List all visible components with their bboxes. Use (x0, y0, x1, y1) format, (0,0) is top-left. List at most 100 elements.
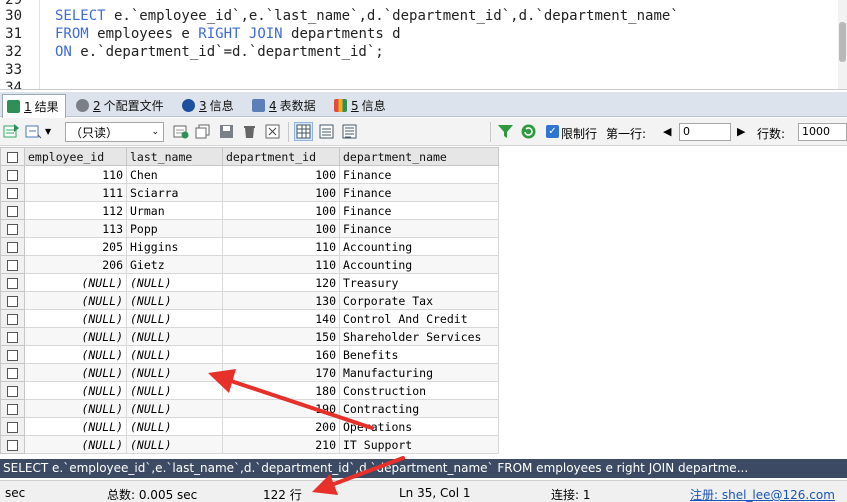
table-cell[interactable]: (NULL) (126, 399, 223, 418)
table-cell[interactable]: (NULL) (24, 381, 127, 400)
table-cell[interactable]: Contracting (339, 399, 499, 418)
table-row[interactable]: (NULL) (NULL) 120 Treasury (0, 273, 499, 292)
table-cell[interactable]: Accounting (339, 255, 499, 274)
table-cell[interactable]: (NULL) (126, 381, 223, 400)
result-mode-select[interactable]: （只读） ⌄ (65, 122, 164, 142)
table-cell[interactable]: 100 (222, 165, 340, 184)
table-cell[interactable]: (NULL) (126, 309, 223, 328)
filter-icon[interactable] (497, 123, 514, 140)
table-cell[interactable]: 110 (222, 255, 340, 274)
table-cell[interactable]: (NULL) (24, 435, 127, 454)
table-cell[interactable]: Sciarra (126, 183, 223, 202)
code-line[interactable]: ON e.`department_id`=d.`department_id`; (55, 44, 384, 60)
delete-icon[interactable] (241, 123, 258, 140)
column-header[interactable]: department_name (339, 147, 499, 166)
table-cell[interactable]: 100 (222, 201, 340, 220)
table-cell[interactable]: 205 (24, 237, 127, 256)
table-cell[interactable]: 160 (222, 345, 340, 364)
table-row[interactable]: 205 Higgins 110 Accounting (0, 237, 499, 256)
table-cell[interactable]: IT Support (339, 435, 499, 454)
table-cell[interactable]: (NULL) (24, 291, 127, 310)
column-header[interactable]: last_name (126, 147, 223, 166)
row-select-checkbox[interactable] (0, 327, 25, 346)
table-cell[interactable]: Control And Credit (339, 309, 499, 328)
table-cell[interactable]: Finance (339, 201, 499, 220)
table-cell[interactable]: (NULL) (24, 363, 127, 382)
table-cell[interactable]: Manufacturing (339, 363, 499, 382)
table-cell[interactable]: 113 (24, 219, 127, 238)
select-all-checkbox[interactable] (0, 147, 25, 166)
column-header[interactable]: department_id (222, 147, 340, 166)
table-row[interactable]: (NULL) (NULL) 160 Benefits (0, 345, 499, 364)
sql-editor[interactable]: 29 30 31 32 33 34 SELECT e.`employee_id`… (0, 0, 847, 90)
grid-view-icon[interactable] (294, 122, 313, 141)
table-cell[interactable]: Gietz (126, 255, 223, 274)
table-cell[interactable]: (NULL) (126, 327, 223, 346)
table-cell[interactable]: 120 (222, 273, 340, 292)
row-select-checkbox[interactable] (0, 363, 25, 382)
table-cell[interactable]: Shareholder Services (339, 327, 499, 346)
row-select-checkbox[interactable] (0, 219, 25, 238)
row-select-checkbox[interactable] (0, 435, 25, 454)
table-cell[interactable]: (NULL) (126, 363, 223, 382)
table-cell[interactable]: 206 (24, 255, 127, 274)
column-header[interactable]: employee_id (24, 147, 127, 166)
limit-rows-checkbox[interactable]: ✓ (546, 125, 559, 138)
table-row[interactable]: (NULL) (NULL) 190 Contracting (0, 399, 499, 418)
table-row[interactable]: (NULL) (NULL) 180 Construction (0, 381, 499, 400)
table-row[interactable]: 111 Sciarra 100 Finance (0, 183, 499, 202)
table-cell[interactable]: 130 (222, 291, 340, 310)
table-cell[interactable]: Popp (126, 219, 223, 238)
table-cell[interactable]: (NULL) (24, 327, 127, 346)
table-cell[interactable]: Finance (339, 165, 499, 184)
table-cell[interactable]: 210 (222, 435, 340, 454)
row-select-checkbox[interactable] (0, 165, 25, 184)
table-cell[interactable]: Higgins (126, 237, 223, 256)
table-cell[interactable]: 150 (222, 327, 340, 346)
next-page-icon[interactable]: ▶ (737, 125, 745, 138)
scrollbar-thumb[interactable] (839, 22, 846, 62)
table-cell[interactable]: Corporate Tax (339, 291, 499, 310)
table-cell[interactable]: 140 (222, 309, 340, 328)
table-row[interactable]: 206 Gietz 110 Accounting (0, 255, 499, 274)
editor-scrollbar[interactable] (838, 0, 847, 89)
table-row[interactable]: 113 Popp 100 Finance (0, 219, 499, 238)
registration-link[interactable]: 注册: shel_lee@126.com (690, 486, 835, 502)
row-select-checkbox[interactable] (0, 273, 25, 292)
tab-results[interactable]: 1 结果 (2, 94, 66, 118)
row-select-checkbox[interactable] (0, 201, 25, 220)
row-select-checkbox[interactable] (0, 309, 25, 328)
table-row[interactable]: (NULL) (NULL) 130 Corporate Tax (0, 291, 499, 310)
table-cell[interactable]: 190 (222, 399, 340, 418)
tab-info-multi[interactable]: 5 信息 (330, 94, 392, 117)
table-cell[interactable]: 100 (222, 183, 340, 202)
chevron-down-icon[interactable]: ▼ (45, 127, 51, 136)
table-cell[interactable]: (NULL) (24, 345, 127, 364)
table-cell[interactable]: Operations (339, 417, 499, 436)
tab-info[interactable]: 3 信息 (178, 94, 240, 117)
export-icon[interactable] (3, 123, 20, 140)
table-cell[interactable]: (NULL) (24, 309, 127, 328)
cancel-changes-icon[interactable] (264, 123, 281, 140)
table-cell[interactable]: (NULL) (126, 345, 223, 364)
table-cell[interactable]: (NULL) (126, 417, 223, 436)
row-select-checkbox[interactable] (0, 417, 25, 436)
table-row[interactable]: 110 Chen 100 Finance (0, 165, 499, 184)
row-select-checkbox[interactable] (0, 255, 25, 274)
row-count-input[interactable]: 1000 (798, 123, 847, 141)
table-row[interactable]: (NULL) (NULL) 200 Operations (0, 417, 499, 436)
table-row[interactable]: (NULL) (NULL) 170 Manufacturing (0, 363, 499, 382)
table-cell[interactable]: Chen (126, 165, 223, 184)
table-cell[interactable]: (NULL) (24, 399, 127, 418)
import-icon[interactable] (25, 123, 42, 140)
table-row[interactable]: (NULL) (NULL) 210 IT Support (0, 435, 499, 454)
table-cell[interactable]: 110 (222, 237, 340, 256)
table-cell[interactable]: (NULL) (24, 417, 127, 436)
row-select-checkbox[interactable] (0, 345, 25, 364)
result-grid[interactable]: employee_id last_name department_id depa… (0, 147, 847, 459)
refresh-icon[interactable] (520, 123, 537, 140)
table-cell[interactable]: (NULL) (126, 291, 223, 310)
table-cell[interactable]: 200 (222, 417, 340, 436)
previous-page-icon[interactable]: ◀ (663, 125, 671, 138)
tab-profile[interactable]: 2 个配置文件 (72, 94, 170, 117)
